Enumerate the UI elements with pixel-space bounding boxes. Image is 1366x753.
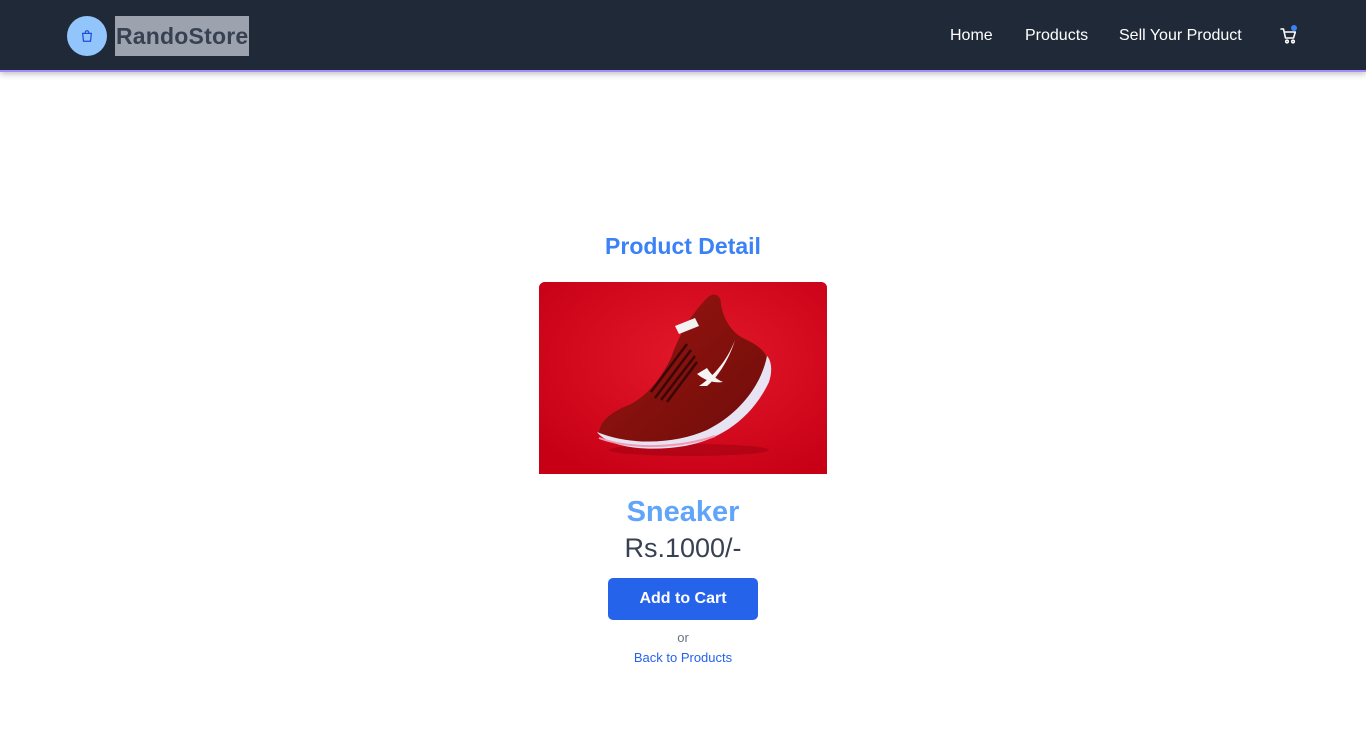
product-image xyxy=(539,282,827,474)
back-link-wrapper: Back to Products xyxy=(0,650,1366,665)
navbar: RandoStore Home Products Sell Your Produ… xyxy=(0,0,1366,72)
back-to-products-link[interactable]: Back to Products xyxy=(634,650,732,665)
cart-button[interactable] xyxy=(1279,25,1299,46)
nav-sell-your-product[interactable]: Sell Your Product xyxy=(1119,24,1242,48)
nav-home[interactable]: Home xyxy=(950,24,993,48)
product-price: Rs.1000/- xyxy=(624,533,742,563)
or-separator: or xyxy=(677,630,689,645)
main-nav: Home Products Sell Your Product xyxy=(0,24,1366,48)
page-title: Product Detail xyxy=(605,233,761,259)
add-to-cart-button[interactable]: Add to Cart xyxy=(608,578,758,620)
nav-products[interactable]: Products xyxy=(1025,24,1088,48)
cart-badge xyxy=(1291,25,1297,31)
product-name: Sneaker xyxy=(626,496,740,528)
